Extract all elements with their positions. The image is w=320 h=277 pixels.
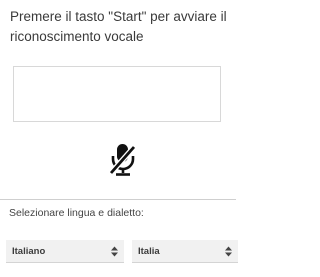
divider — [0, 199, 236, 200]
start-mic-button[interactable] — [107, 142, 139, 178]
language-select-value: Italiano — [12, 246, 46, 257]
mic-off-icon — [108, 144, 137, 176]
language-dialect-label: Selezionare lingua e dialetto: — [9, 207, 144, 219]
select-arrows-icon — [225, 246, 232, 257]
select-arrows-icon — [111, 246, 118, 257]
transcript-area[interactable] — [13, 66, 221, 122]
dialect-select[interactable]: Italia — [132, 240, 238, 263]
instruction-text: Premere il tasto "Start" per avviare il … — [10, 9, 227, 44]
dialect-select-value: Italia — [138, 246, 160, 257]
language-select[interactable]: Italiano — [6, 240, 124, 263]
